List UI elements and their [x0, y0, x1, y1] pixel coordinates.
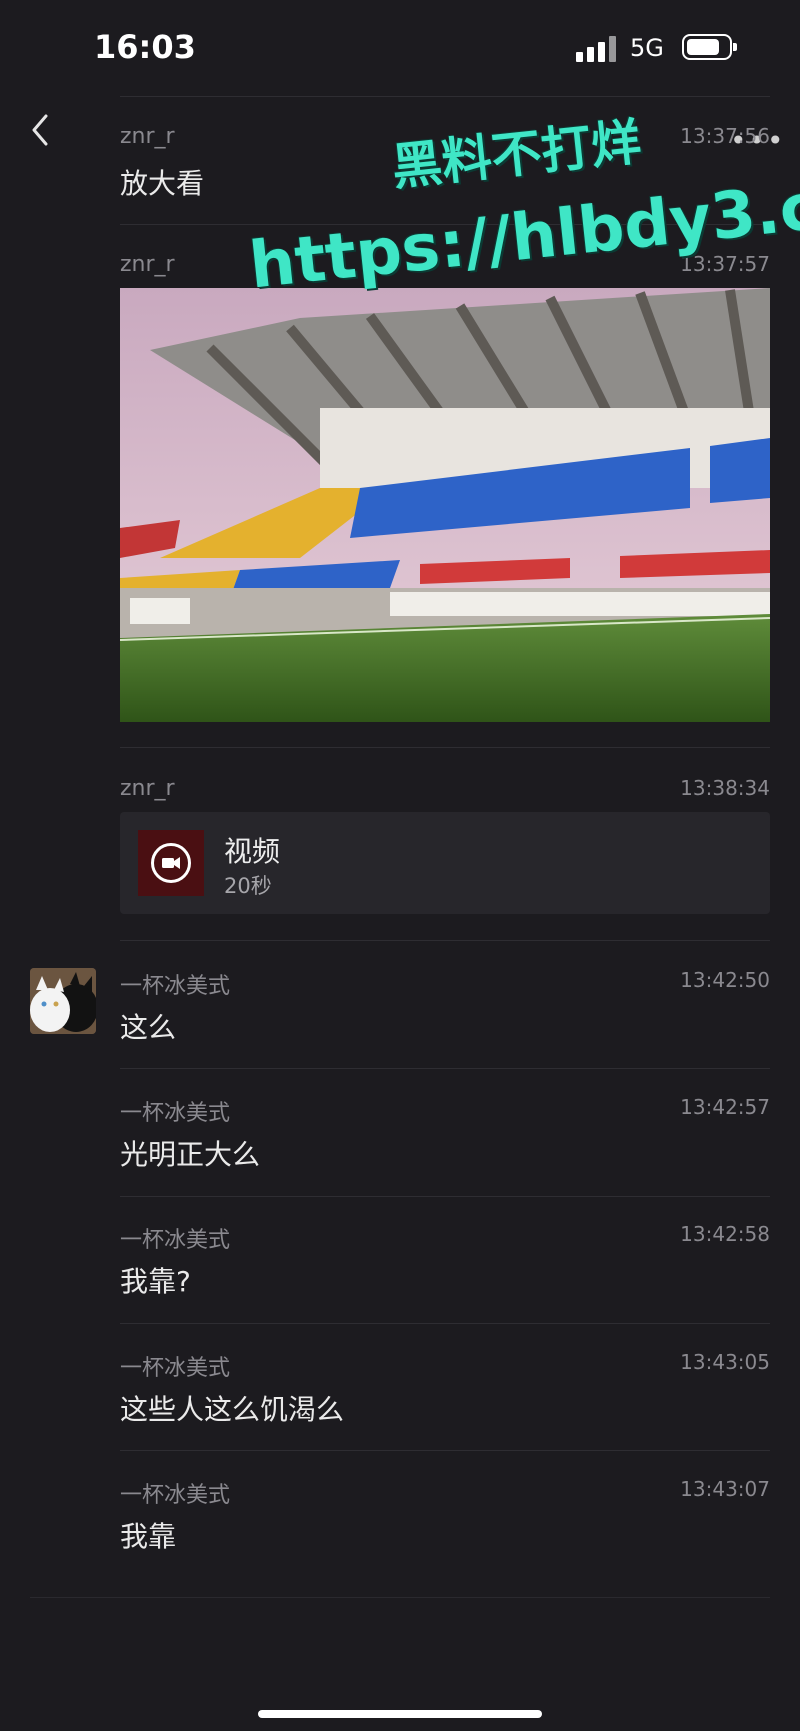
message-text[interactable]: 我靠?	[120, 1260, 191, 1300]
message-time: 13:38:34	[680, 776, 770, 800]
status-time: 16:03	[94, 28, 196, 66]
sender-name: 一杯冰美式	[120, 974, 231, 999]
message-time: 13:43:07	[680, 1477, 770, 1501]
stadium-photo	[120, 288, 770, 722]
sender-name: 一杯冰美式	[120, 1101, 231, 1126]
message-item: 一杯冰美式 13:43:05 这些人这么饥渴么	[120, 1350, 770, 1430]
divider	[30, 1597, 770, 1598]
video-thumbnail	[138, 830, 204, 896]
message-text[interactable]: 光明正大么	[120, 1133, 260, 1173]
message-text[interactable]: 这些人这么饥渴么	[120, 1388, 344, 1428]
back-button[interactable]	[26, 110, 58, 150]
message-text[interactable]: 我靠	[120, 1515, 176, 1555]
avatar[interactable]	[30, 968, 96, 1034]
message-item: znr_r 13:38:34	[120, 776, 770, 806]
message-time: 13:42:50	[680, 968, 770, 992]
video-camera-icon	[151, 843, 191, 883]
video-duration: 20秒	[224, 874, 272, 898]
sender-name: znr_r	[120, 252, 175, 277]
message-text[interactable]: 这么	[120, 1006, 176, 1046]
message-time: 13:43:05	[680, 1350, 770, 1374]
message-item: 一杯冰美式 13:43:07 我靠	[120, 1477, 770, 1557]
message-time: 13:42:57	[680, 1095, 770, 1119]
divider	[120, 1196, 770, 1197]
divider	[120, 747, 770, 748]
signal-icon	[576, 36, 618, 62]
divider	[120, 1068, 770, 1069]
message-text[interactable]: 放大看	[120, 162, 204, 202]
sender-name: 一杯冰美式	[120, 1483, 231, 1508]
message-time: 13:37:56	[680, 124, 770, 148]
divider	[120, 1450, 770, 1451]
message-item: 一杯冰美式 13:42:58 我靠?	[120, 1222, 770, 1302]
divider	[120, 96, 770, 97]
message-time: 13:42:58	[680, 1222, 770, 1246]
sender-name: znr_r	[120, 776, 175, 801]
status-bar: 16:03 5G	[0, 0, 800, 96]
network-label: 5G	[630, 34, 664, 62]
battery-icon	[682, 34, 737, 60]
divider	[120, 1323, 770, 1324]
cat-avatar-icon	[30, 968, 96, 1034]
message-item: 一杯冰美式 13:42:50 这么	[120, 968, 770, 1048]
video-message-card[interactable]: 视频 20秒	[120, 812, 770, 914]
message-item: 一杯冰美式 13:42:57 光明正大么	[120, 1095, 770, 1175]
sender-name: 一杯冰美式	[120, 1228, 231, 1253]
divider	[120, 940, 770, 941]
home-indicator[interactable]	[258, 1710, 542, 1718]
message-image[interactable]	[120, 288, 770, 722]
sender-name: 一杯冰美式	[120, 1356, 231, 1381]
video-title: 视频	[224, 835, 281, 868]
chevron-left-icon	[32, 114, 48, 146]
sender-name: znr_r	[120, 124, 175, 149]
